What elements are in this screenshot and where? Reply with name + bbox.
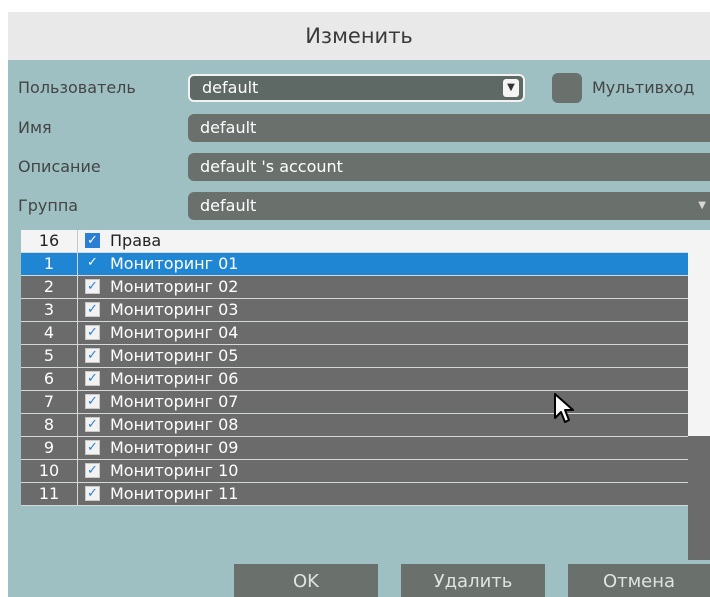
row-label: Мониторинг 07: [110, 392, 239, 411]
permissions-list: 16 ✓ Права 1 ✓ Мониторинг 01 2 ✓ Монитор…: [21, 230, 688, 560]
check-icon[interactable]: ✓: [85, 417, 100, 432]
row-number: 11: [21, 483, 78, 505]
row-label: Мониторинг 08: [110, 415, 239, 434]
permission-row[interactable]: 8 ✓ Мониторинг 08: [21, 414, 688, 437]
row-label: Мониторинг 01: [110, 254, 239, 273]
permissions-header: 16 ✓ Права: [21, 230, 688, 253]
name-field[interactable]: default: [188, 114, 710, 142]
row-label: Мониторинг 09: [110, 438, 239, 457]
permission-row[interactable]: 2 ✓ Мониторинг 02: [21, 276, 688, 299]
row-number: 10: [21, 460, 78, 482]
user-value: default: [202, 78, 259, 97]
row-number: 4: [21, 322, 78, 344]
row-label: Мониторинг 03: [110, 300, 239, 319]
name-label: Имя: [18, 118, 52, 137]
multi-login-label: Мультивход: [592, 78, 695, 97]
check-icon[interactable]: ✓: [85, 463, 100, 478]
row-number: 2: [21, 276, 78, 298]
row-number: 7: [21, 391, 78, 413]
description-field[interactable]: default 's account: [188, 153, 710, 181]
check-icon[interactable]: ✓: [85, 486, 100, 501]
permissions-header-label: Права: [110, 231, 162, 250]
row-number: 8: [21, 414, 78, 436]
permission-row[interactable]: 11 ✓ Мониторинг 11: [21, 483, 688, 506]
group-select[interactable]: default ▼: [188, 192, 710, 220]
mouse-pointer-icon: [554, 393, 574, 423]
chevron-down-icon[interactable]: ▼: [698, 192, 706, 220]
row-label: Мониторинг 10: [110, 461, 239, 480]
user-label: Пользователь: [18, 78, 136, 97]
cancel-button[interactable]: Отмена: [568, 564, 710, 597]
permission-row[interactable]: 7 ✓ Мониторинг 07: [21, 391, 688, 414]
permission-row[interactable]: 5 ✓ Мониторинг 05: [21, 345, 688, 368]
row-label: Мониторинг 02: [110, 277, 239, 296]
check-icon[interactable]: ✓: [85, 440, 100, 455]
dialog-title: Изменить: [305, 24, 413, 48]
multi-login-checkbox[interactable]: [552, 73, 582, 103]
row-number: 3: [21, 299, 78, 321]
row-label: Мониторинг 05: [110, 346, 239, 365]
check-icon[interactable]: ✓: [85, 279, 100, 294]
group-value: default: [200, 196, 257, 215]
scrollbar-thumb[interactable]: [688, 436, 710, 560]
check-icon[interactable]: ✓: [85, 371, 100, 386]
permissions-count: 16: [21, 230, 78, 252]
user-select[interactable]: default ▼: [188, 74, 525, 102]
check-icon[interactable]: ✓: [85, 325, 100, 340]
delete-button[interactable]: Удалить: [401, 564, 545, 597]
chevron-down-icon[interactable]: ▼: [503, 79, 519, 97]
description-label: Описание: [18, 157, 101, 176]
check-icon[interactable]: ✓: [85, 233, 100, 248]
check-icon[interactable]: ✓: [85, 348, 100, 363]
row-number: 9: [21, 437, 78, 459]
edit-user-dialog: Изменить Пользователь default ▼ Мультивх…: [8, 12, 710, 597]
row-number: 6: [21, 368, 78, 390]
permission-row[interactable]: 3 ✓ Мониторинг 03: [21, 299, 688, 322]
row-label: Мониторинг 11: [110, 484, 239, 503]
row-label: Мониторинг 04: [110, 323, 239, 342]
row-number: 1: [21, 253, 78, 275]
check-icon[interactable]: ✓: [85, 302, 100, 317]
title-bar: Изменить: [8, 12, 710, 60]
check-icon[interactable]: ✓: [85, 394, 100, 409]
permission-row[interactable]: 4 ✓ Мониторинг 04: [21, 322, 688, 345]
row-label: Мониторинг 06: [110, 369, 239, 388]
ok-button[interactable]: OK: [234, 564, 378, 597]
permission-row[interactable]: 6 ✓ Мониторинг 06: [21, 368, 688, 391]
check-icon[interactable]: ✓: [85, 256, 100, 271]
permission-row[interactable]: 10 ✓ Мониторинг 10: [21, 460, 688, 483]
permission-row[interactable]: 1 ✓ Мониторинг 01: [21, 253, 688, 276]
group-label: Группа: [18, 196, 79, 215]
row-number: 5: [21, 345, 78, 367]
permission-row[interactable]: 9 ✓ Мониторинг 09: [21, 437, 688, 460]
